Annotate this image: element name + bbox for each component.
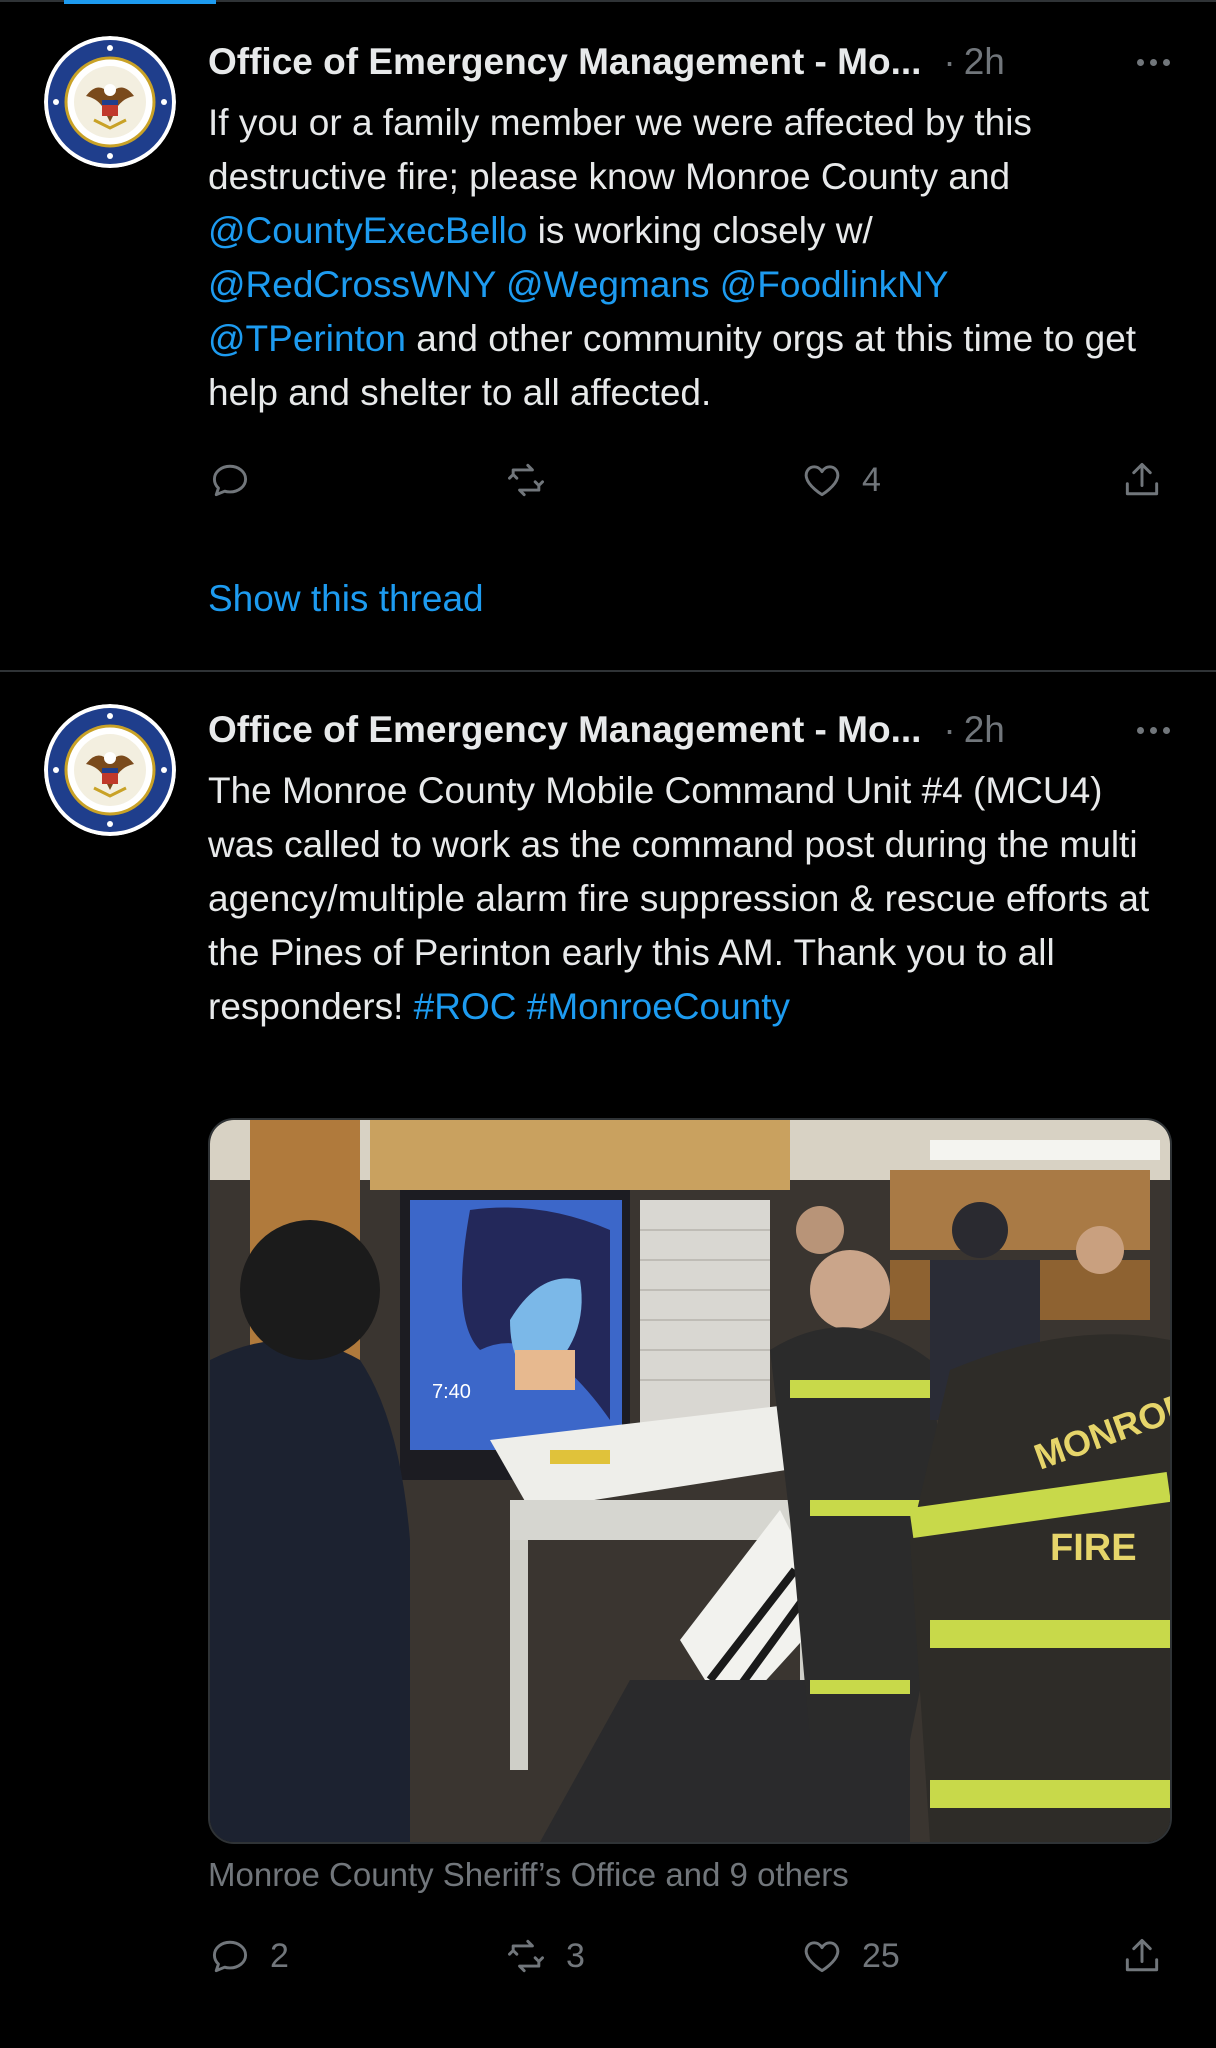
separator-dot: · <box>943 709 956 750</box>
reply-button[interactable]: 2 <box>208 1926 289 1986</box>
tweet-text: The Monroe County Mobile Command Unit #4… <box>208 764 1168 1034</box>
like-icon <box>804 465 840 497</box>
tab-indicator <box>64 0 216 4</box>
share-button[interactable] <box>1120 1926 1164 1986</box>
hashtag-link[interactable]: #ROC <box>414 986 517 1027</box>
author-name[interactable]: Office of Emergency Management - Mo... <box>208 41 921 83</box>
tweet-text: If you or a family member we were affect… <box>208 96 1168 420</box>
action-bar: 2 3 25 <box>208 1926 1172 1986</box>
mention-link[interactable]: @RedCrossWNY <box>208 264 496 305</box>
action-bar: 4 <box>208 450 1172 510</box>
reply-icon <box>212 464 248 497</box>
avatar[interactable] <box>44 36 176 168</box>
tweet-photo[interactable]: 7:40 MONROE FIRE <box>208 1118 1172 1844</box>
reply-button[interactable] <box>208 450 270 510</box>
mention-link[interactable]: @Wegmans <box>506 264 709 305</box>
retweet-button[interactable] <box>504 450 566 510</box>
like-button[interactable]: 4 <box>800 450 881 510</box>
hashtag-link[interactable]: #MonroeCounty <box>527 986 790 1027</box>
mention-link[interactable]: @FoodlinkNY <box>720 264 949 305</box>
author-name[interactable]: Office of Emergency Management - Mo... <box>208 709 921 751</box>
more-icon[interactable] <box>1137 34 1170 90</box>
like-count: 4 <box>862 460 881 499</box>
separator-dot: · <box>943 41 956 82</box>
text-segment <box>496 264 506 305</box>
tweet-header: Office of Emergency Management - Mo... ·… <box>208 34 1176 90</box>
command-unit-photo: 7:40 MONROE FIRE <box>210 1120 1170 1842</box>
retweet-count: 3 <box>566 1936 585 1975</box>
mention-link[interactable]: @TPerinton <box>208 318 406 359</box>
tagged-people-link[interactable]: Monroe County Sheriff’s Office and 9 oth… <box>208 1856 849 1894</box>
tweet-divider <box>0 670 1216 672</box>
timestamp[interactable]: 2h <box>964 41 1005 83</box>
text-segment: is working closely w/ <box>527 210 873 251</box>
share-icon <box>1125 1938 1159 1972</box>
retweet-button[interactable]: 3 <box>504 1926 585 1986</box>
mention-link[interactable]: @CountyExecBello <box>208 210 527 251</box>
timestamp[interactable]: 2h <box>964 709 1005 751</box>
county-seal-icon <box>44 36 176 168</box>
more-icon[interactable] <box>1137 702 1170 758</box>
retweet-icon <box>508 463 544 497</box>
tweet-header: Office of Emergency Management - Mo... ·… <box>208 702 1176 758</box>
jacket-lettering-2: FIRE <box>1050 1527 1137 1569</box>
share-icon <box>1125 462 1159 496</box>
like-button[interactable]: 25 <box>800 1926 900 1986</box>
county-seal-icon <box>44 704 176 836</box>
retweet-icon <box>508 1939 544 1973</box>
like-icon <box>804 1941 840 1973</box>
show-thread-link[interactable]: Show this thread <box>208 578 484 620</box>
text-segment <box>709 264 719 305</box>
text-segment: If you or a family member we were affect… <box>208 102 1032 197</box>
screen-clock: 7:40 <box>432 1381 471 1403</box>
reply-count: 2 <box>270 1936 289 1975</box>
reply-icon <box>212 1940 248 1973</box>
avatar[interactable] <box>44 704 176 836</box>
share-button[interactable] <box>1120 450 1164 510</box>
like-count: 25 <box>862 1936 900 1975</box>
text-segment <box>516 986 526 1027</box>
